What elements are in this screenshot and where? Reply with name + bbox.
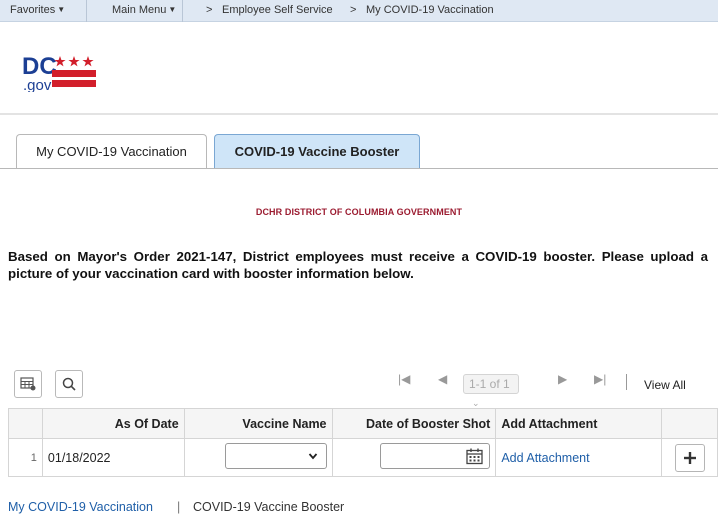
footer-link-my-covid-19-vaccination[interactable]: My COVID-19 Vaccination — [8, 500, 153, 514]
as-of-date-cell: 01/18/2022 — [41, 438, 185, 477]
chevron-down-icon: ⌄ — [472, 398, 480, 408]
attachment-cell: Add Attachment — [495, 438, 663, 477]
personalize-grid-button[interactable] — [14, 370, 42, 398]
column-header-add-attachment: Add Attachment — [495, 408, 663, 439]
first-page-icon[interactable]: |◀ — [398, 372, 410, 386]
favorites-menu[interactable]: Favorites ▼ — [10, 4, 65, 16]
logo-gov-text: .gov — [23, 77, 52, 92]
vaccine-name-cell — [183, 438, 333, 477]
search-icon — [62, 377, 76, 391]
header-divider — [0, 113, 718, 115]
tab-baseline — [0, 168, 718, 169]
find-button[interactable] — [55, 370, 83, 398]
grid-header-row: As Of Date Vaccine Name Date of Booster … — [8, 408, 718, 439]
nav-divider — [86, 0, 87, 22]
next-page-icon[interactable]: ▶ — [558, 372, 567, 386]
breadcrumb-sep-icon: > — [206, 4, 213, 16]
main-menu-label: Main Menu — [112, 4, 167, 16]
plus-icon — [683, 451, 696, 464]
booster-notice: Based on Mayor's Order 2021-147, Distric… — [8, 249, 708, 281]
breadcrumb-sep-icon: > — [350, 4, 357, 16]
page-range-label: 1-1 of 1 — [469, 377, 510, 391]
column-header-as-of-date: As Of Date — [41, 408, 185, 439]
booster-date-input[interactable] — [380, 443, 491, 469]
last-page-icon[interactable]: ▶| — [594, 372, 606, 386]
view-all-link[interactable]: View All — [644, 378, 686, 392]
add-attachment-link[interactable]: Add Attachment — [501, 451, 589, 465]
top-nav-bar: Favorites ▼ Main Menu ▼ > Employee Self Se… — [0, 0, 718, 22]
chevron-down-icon — [308, 453, 317, 460]
main-menu[interactable]: Main Menu ▼ — [112, 4, 176, 16]
table-row: 1 01/18/2022 Add Attachment — [8, 438, 718, 477]
column-header-vaccine-name: Vaccine Name — [183, 408, 333, 439]
add-row-button[interactable] — [674, 443, 705, 472]
grid-settings-icon — [20, 377, 36, 391]
tab-my-covid-19-vaccination[interactable]: My COVID-19 Vaccination — [16, 134, 207, 168]
row-number-header — [8, 408, 43, 439]
page-range-select[interactable]: 1-1 of 1 ⌄ — [463, 374, 519, 408]
favorites-label: Favorites — [10, 4, 56, 16]
logo-dc-text: DC — [22, 53, 57, 80]
column-header-booster-date: Date of Booster Shot — [331, 408, 497, 439]
booster-grid: As Of Date Vaccine Name Date of Booster … — [8, 408, 718, 477]
breadcrumb-current: My COVID-19 Vaccination — [366, 4, 494, 16]
breadcrumb-employee-self-service[interactable]: Employee Self Service — [222, 4, 333, 16]
row-number: 1 — [8, 438, 43, 477]
caret-down-icon: ▼ — [168, 5, 177, 14]
footer-current-page: COVID-19 Vaccine Booster — [193, 500, 345, 514]
org-title: DCHR DISTRICT OF COLUMBIA GOVERNMENT — [255, 207, 463, 217]
calendar-icon[interactable] — [466, 448, 483, 465]
dc-gov-logo: DC .gov — [22, 52, 102, 94]
action-cell — [661, 438, 718, 477]
pager-divider — [626, 374, 627, 390]
action-column-header — [661, 408, 718, 439]
booster-date-cell — [331, 438, 497, 477]
previous-page-icon[interactable]: ◀ — [438, 372, 447, 386]
caret-down-icon: ▼ — [57, 5, 66, 14]
logo-flag-icon — [52, 56, 96, 87]
footer-separator: | — [177, 500, 181, 514]
vaccine-name-select[interactable] — [224, 443, 327, 469]
tab-covid-19-vaccine-booster[interactable]: COVID-19 Vaccine Booster — [214, 134, 420, 168]
nav-divider — [182, 0, 183, 22]
